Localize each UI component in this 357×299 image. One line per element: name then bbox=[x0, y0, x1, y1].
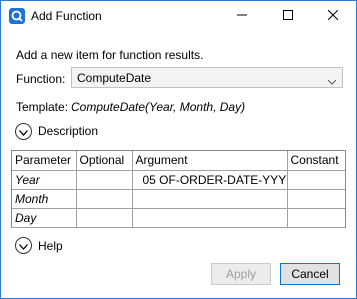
template-value: ComputeDate(Year, Month, Day) bbox=[71, 100, 246, 114]
column-header-optional[interactable]: Optional bbox=[75, 151, 133, 171]
parameter-cell[interactable]: Day bbox=[12, 207, 77, 228]
minimize-button[interactable] bbox=[219, 1, 265, 31]
constant-cell[interactable] bbox=[286, 188, 345, 209]
table-row: Day bbox=[12, 207, 345, 228]
template-label: Template: bbox=[16, 100, 69, 114]
intro-text: Add a new item for function results. bbox=[16, 48, 204, 62]
close-button[interactable] bbox=[310, 1, 356, 31]
function-dropdown[interactable]: ComputeDate bbox=[71, 67, 343, 88]
maximize-icon bbox=[283, 9, 293, 23]
table-row: Year 05 OF-ORDER-DATE-YYYY bbox=[12, 169, 345, 190]
parameter-grid: Parameter Optional Argument Constant Yea… bbox=[11, 150, 346, 228]
maximize-button[interactable] bbox=[265, 1, 311, 31]
optional-cell[interactable] bbox=[75, 169, 133, 190]
window-title: Add Function bbox=[31, 9, 102, 23]
chevron-down-icon bbox=[19, 125, 28, 139]
chevron-down-icon bbox=[19, 239, 28, 253]
argument-cell[interactable] bbox=[131, 207, 288, 228]
column-header-constant[interactable]: Constant bbox=[286, 151, 345, 171]
argument-cell[interactable] bbox=[131, 188, 288, 209]
help-label[interactable]: Help bbox=[38, 239, 63, 253]
argument-cell[interactable]: 05 OF-ORDER-DATE-YYYY bbox=[131, 169, 288, 190]
chevron-down-icon bbox=[327, 74, 337, 88]
function-label: Function: bbox=[16, 72, 66, 86]
description-expand-button[interactable] bbox=[15, 123, 32, 140]
minimize-icon bbox=[237, 9, 247, 23]
optional-cell[interactable] bbox=[75, 188, 133, 209]
help-expand-button[interactable] bbox=[15, 237, 32, 254]
function-selected-value: ComputeDate bbox=[77, 71, 152, 85]
description-label[interactable]: Description bbox=[38, 124, 98, 138]
grid-header-row: Parameter Optional Argument Constant bbox=[12, 151, 345, 171]
table-row: Month bbox=[12, 188, 345, 209]
column-header-argument[interactable]: Argument bbox=[131, 151, 288, 171]
parameter-cell[interactable]: Year bbox=[12, 169, 77, 190]
add-function-dialog: Add Function Add a new item for function… bbox=[0, 0, 357, 299]
constant-cell[interactable] bbox=[286, 169, 345, 190]
dialog-body: Add a new item for function results. Fun… bbox=[1, 31, 356, 298]
column-header-parameter[interactable]: Parameter bbox=[12, 151, 77, 171]
constant-cell[interactable] bbox=[286, 207, 345, 228]
title-bar[interactable]: Add Function bbox=[1, 1, 356, 31]
close-icon bbox=[327, 9, 339, 23]
apply-button[interactable]: Apply bbox=[211, 263, 271, 285]
parameter-cell[interactable]: Month bbox=[12, 188, 77, 209]
app-logo-icon bbox=[9, 8, 25, 24]
cancel-button[interactable]: Cancel bbox=[280, 263, 340, 285]
optional-cell[interactable] bbox=[75, 207, 133, 228]
